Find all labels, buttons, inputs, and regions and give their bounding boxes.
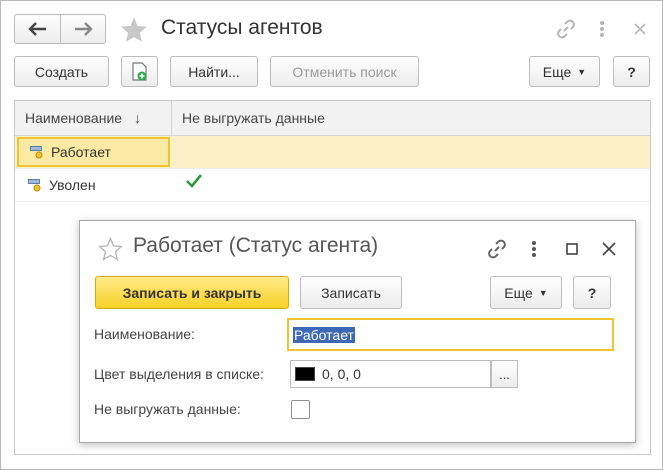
save-label: Записать [321,284,381,301]
window-title: Статусы агентов [161,16,323,39]
color-field-label: Цвет выделения в списке: [94,366,264,382]
dialog-more-label: Еще [504,284,533,301]
arrow-left-icon [27,22,46,36]
help-button[interactable]: ? [613,56,650,87]
dialog-close-button[interactable] [598,236,620,262]
more-dropdown-button[interactable]: Еще ▼ [529,56,600,87]
maximize-icon [566,243,578,255]
close-window-button[interactable] [629,17,651,41]
color-value: 0, 0, 0 [322,366,361,382]
color-field[interactable]: 0, 0, 0 [290,360,491,388]
catalog-item-icon [28,179,41,192]
close-icon [602,242,616,256]
column-header-name[interactable]: Наименование ↓ [15,101,171,135]
checkmark-icon [186,174,203,188]
star-outline-icon [97,237,123,261]
create-button-label: Создать [34,63,89,80]
create-copy-button[interactable] [121,56,158,87]
caret-down-icon: ▼ [538,287,548,298]
row-name-text: Работает [51,144,111,160]
row-name-cell[interactable]: Работает [17,137,170,167]
name-input-value: Работает [293,326,355,343]
color-swatch [295,367,315,381]
main-window: Статусы агентов Создать Найти... Отменит… [0,0,663,470]
row-name-text: Уволен [49,177,96,193]
name-field-label: Наименование: [94,326,195,342]
status-edit-dialog: Работает (Статус агента) Записать и закр… [79,220,636,443]
back-button[interactable] [14,14,61,44]
save-button[interactable]: Записать [300,276,402,309]
no-export-checkbox[interactable] [291,400,310,419]
dialog-favorite-button[interactable] [96,235,124,263]
close-icon [634,23,646,35]
dialog-help-label: ? [587,284,597,301]
link-icon [557,19,575,39]
help-label: ? [627,63,636,80]
color-select-button[interactable]: ... [491,360,518,388]
table-header: Наименование ↓ Не выгружать данные [15,101,650,136]
dialog-help-button[interactable]: ? [573,276,611,309]
column-name-label: Наименование [25,110,123,126]
save-and-close-label: Записать и закрыть [122,284,262,301]
sort-down-arrow-icon: ↓ [133,110,141,126]
table-row[interactable]: Уволен [15,169,650,202]
more-actions-button[interactable] [592,17,612,41]
find-button-label: Найти... [188,63,240,80]
column-header-no-export[interactable]: Не выгружать данные [172,101,325,135]
add-document-icon [131,61,147,81]
no-export-field-label: Не выгружать данные: [94,401,241,417]
cancel-search-button[interactable]: Отменить поиск [270,56,419,87]
caret-down-icon: ▼ [577,66,587,77]
name-input[interactable]: Работает [287,318,614,351]
star-icon [121,16,147,42]
link-button[interactable] [554,17,578,41]
favorite-star-button[interactable] [118,14,150,44]
catalog-item-icon [30,146,43,159]
create-button[interactable]: Создать [14,56,109,87]
dialog-maximize-button[interactable] [561,236,583,262]
link-icon [488,239,506,259]
table-row[interactable]: Работает [15,136,650,169]
more-vertical-icon [532,241,536,257]
more-label: Еще [542,63,572,80]
dialog-title: Работает (Статус агента) [133,234,379,257]
row-name-cell[interactable]: Уволен [17,170,170,200]
cancel-search-label: Отменить поиск [292,63,397,80]
dialog-more-actions-button[interactable] [524,236,544,262]
dialog-more-dropdown-button[interactable]: Еще ▼ [490,276,562,309]
dialog-link-button[interactable] [484,236,510,262]
forward-button[interactable] [60,14,106,44]
more-vertical-icon [600,21,604,37]
arrow-right-icon [75,22,93,36]
save-and-close-button[interactable]: Записать и закрыть [95,276,289,309]
find-button[interactable]: Найти... [170,56,258,87]
